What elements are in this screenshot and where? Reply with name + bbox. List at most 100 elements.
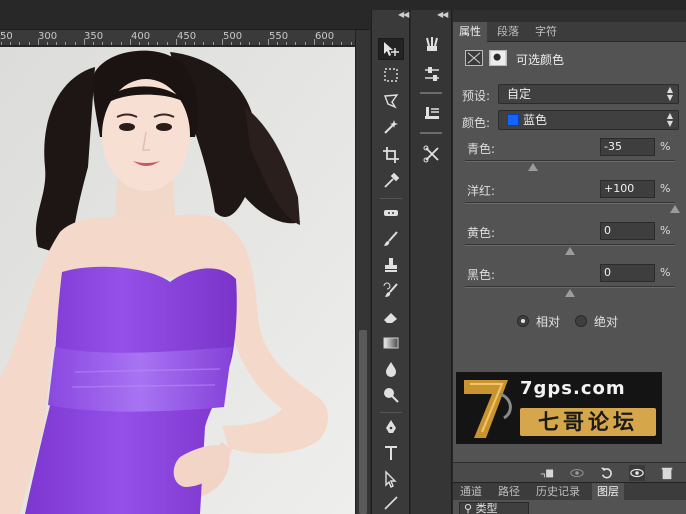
ruler-tick	[221, 39, 223, 45]
move-icon	[384, 42, 399, 56]
cyan-slider-track[interactable]	[465, 160, 675, 162]
move-tool[interactable]	[378, 38, 404, 60]
layer-kind-filter[interactable]: ⚲ 类型	[459, 502, 529, 514]
ruler-tick	[120, 42, 122, 45]
collapse-arrows-icon[interactable]: ◀◀	[398, 10, 409, 20]
portrait-image	[0, 47, 355, 514]
panel-collapse-bar[interactable]	[453, 10, 686, 22]
ruler-tick	[83, 39, 85, 45]
reset-icon[interactable]	[599, 465, 615, 481]
dodge-tool[interactable]	[378, 384, 404, 406]
eraser-tool[interactable]	[378, 306, 404, 328]
type-icon	[385, 446, 397, 460]
properties-header: 可选颜色	[453, 43, 686, 73]
crop-tool[interactable]	[378, 144, 404, 166]
document-canvas-area[interactable]: 50 300 350 400 450 500 550 600	[0, 0, 370, 514]
line-tool[interactable]	[378, 492, 404, 514]
ruler-tick	[323, 42, 324, 45]
ruler-label: 450	[177, 31, 197, 42]
ruler-tick	[286, 42, 288, 45]
scrollbar-thumb[interactable]	[359, 330, 367, 514]
ruler-tick	[102, 42, 104, 45]
forum-watermark-logo: 7gps.com 七哥论坛	[456, 372, 662, 444]
yellow-slider-thumb[interactable]	[565, 247, 575, 255]
color-label: 颜色:	[462, 116, 491, 130]
clone-stamp-tool[interactable]	[378, 254, 404, 276]
ruler-tick	[19, 42, 21, 45]
tab-properties[interactable]: 属性	[453, 22, 487, 42]
ruler-tick	[277, 42, 278, 45]
yellow-slider-track[interactable]	[465, 244, 675, 246]
view-previous-state-icon[interactable]	[569, 465, 585, 481]
relative-label: 相对	[536, 315, 561, 329]
marquee-icon	[384, 68, 398, 82]
ruler-tick	[203, 42, 205, 45]
ruler-label: 50	[0, 31, 13, 42]
tool-presets-panel-button[interactable]	[419, 102, 445, 126]
photo-canvas[interactable]	[0, 47, 355, 514]
collapse-arrows-icon[interactable]: ◀◀	[437, 10, 448, 20]
magenta-slider-track[interactable]	[465, 202, 675, 204]
tab-layers[interactable]: 图层	[592, 483, 624, 501]
magenta-slider-thumb[interactable]	[670, 205, 680, 213]
ruler-label: 550	[269, 31, 289, 42]
cyan-slider-thumb[interactable]	[528, 163, 539, 171]
collapsed-panels-column: ◀◀	[411, 10, 452, 514]
properties-tabs: 属性 段落 字符	[453, 22, 686, 42]
cyan-value-field[interactable]: -35	[600, 138, 655, 156]
ruler-tick	[240, 42, 242, 45]
stamp-icon	[385, 258, 397, 272]
tab-paths[interactable]: 路径	[493, 483, 525, 501]
black-slider-track[interactable]	[465, 286, 675, 288]
clone-source-panel-button[interactable]	[419, 142, 445, 166]
layers-filter-row: ⚲ 类型	[453, 500, 686, 514]
tab-character[interactable]: 字符	[529, 22, 563, 42]
brush-tool[interactable]	[378, 228, 404, 250]
eyedropper-tool[interactable]	[378, 170, 404, 192]
lasso-tool[interactable]	[378, 90, 404, 112]
black-value-field[interactable]: 0	[600, 264, 655, 282]
yellow-value-field[interactable]: 0	[600, 222, 655, 240]
kind-filter-value: 类型	[475, 502, 498, 514]
ruler-label: 350	[84, 31, 104, 42]
marquee-tool[interactable]	[378, 64, 404, 86]
absolute-radio[interactable]	[575, 315, 587, 327]
tab-history[interactable]: 历史记录	[531, 483, 585, 501]
absolute-label: 绝对	[594, 315, 619, 329]
brush-presets-panel-button[interactable]	[419, 32, 445, 56]
gradient-icon	[383, 337, 399, 349]
vertical-scrollbar[interactable]	[355, 30, 370, 514]
magic-wand-tool[interactable]	[378, 116, 404, 138]
black-slider-thumb[interactable]	[565, 289, 575, 297]
ruler-tick	[56, 42, 58, 45]
percent-unit: %	[660, 182, 671, 195]
type-tool[interactable]	[378, 442, 404, 464]
document-top-band	[0, 0, 370, 30]
ruler-tick	[74, 42, 76, 45]
path-selection-tool[interactable]	[378, 468, 404, 490]
ruler-tick	[175, 39, 177, 45]
visibility-eye-icon[interactable]	[629, 465, 645, 481]
magenta-value-field[interactable]: +100	[600, 180, 655, 198]
slider-label: 黄色:	[467, 226, 496, 240]
percent-unit: %	[660, 224, 671, 237]
relative-radio[interactable]	[517, 315, 529, 327]
trash-icon[interactable]	[659, 465, 675, 481]
clip-to-layer-icon[interactable]	[539, 465, 555, 481]
pen-tool[interactable]	[378, 416, 404, 438]
adjustments-panel-button[interactable]	[419, 62, 445, 86]
updown-arrow-icon: ▲ ▼	[666, 111, 673, 128]
updown-arrow-icon: ▲ ▼	[666, 85, 673, 102]
color-select[interactable]: 蓝色 ▲ ▼	[498, 110, 679, 130]
ruler-label: 500	[223, 31, 243, 42]
panel-divider	[420, 92, 442, 94]
history-brush-tool[interactable]	[378, 280, 404, 302]
healing-brush-tool[interactable]	[378, 202, 404, 224]
preset-select[interactable]: 自定 ▲ ▼	[498, 84, 679, 104]
tab-paragraph[interactable]: 段落	[491, 22, 525, 42]
ruler-tick	[267, 39, 269, 45]
adjustment-title: 可选颜色	[516, 53, 565, 67]
gradient-tool[interactable]	[378, 332, 404, 354]
blur-tool[interactable]	[378, 358, 404, 380]
tab-channels[interactable]: 通道	[455, 483, 487, 501]
